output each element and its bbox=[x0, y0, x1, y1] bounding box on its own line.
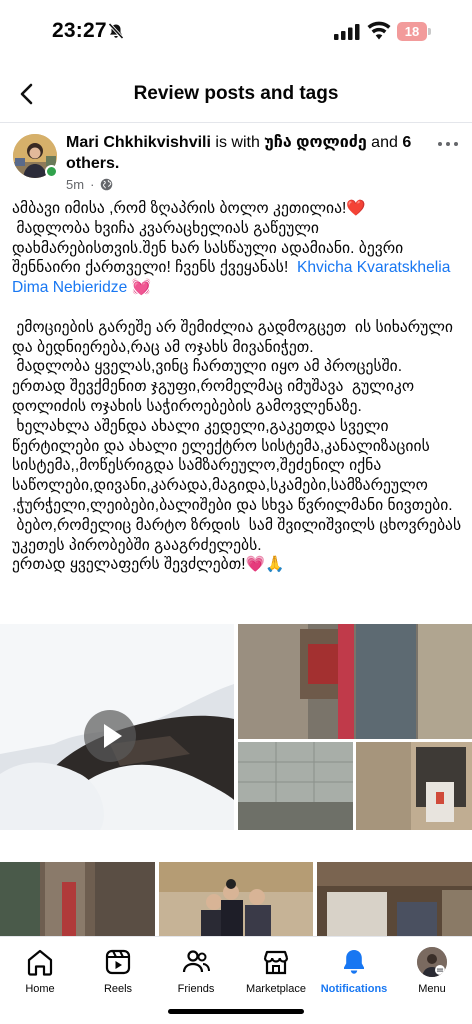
header-divider bbox=[0, 122, 472, 123]
post-photo[interactable] bbox=[159, 862, 313, 940]
post-author-line: Mari Chkhikvishvili is with უჩა დოლიძე a… bbox=[66, 132, 426, 174]
status-time: 23:27 bbox=[52, 19, 107, 42]
separator-dot: · bbox=[90, 177, 95, 192]
play-icon bbox=[104, 724, 122, 748]
post-photo[interactable] bbox=[0, 862, 155, 940]
nav-friends[interactable]: Friends bbox=[156, 947, 236, 995]
nav-label: Home bbox=[25, 983, 55, 995]
and-text: and bbox=[371, 134, 398, 151]
post-time[interactable]: 5m bbox=[66, 177, 84, 192]
post-text-body: ემოციების გარეშე არ შემიძლია გადმოგცეთ ი… bbox=[12, 318, 462, 574]
battery-level: 18 bbox=[404, 24, 420, 39]
post-photo[interactable] bbox=[238, 624, 472, 739]
home-indicator bbox=[168, 1009, 304, 1014]
post-photo[interactable] bbox=[317, 862, 472, 940]
nav-notifications[interactable]: Notifications bbox=[314, 947, 394, 995]
author-name[interactable]: Mari Chkhikvishvili bbox=[66, 134, 211, 151]
photo-image bbox=[356, 742, 472, 830]
home-icon bbox=[27, 949, 53, 976]
page-title: Review posts and tags bbox=[133, 83, 339, 104]
friends-icon bbox=[182, 950, 210, 973]
tag-link[interactable]: Dima Nebieridze bbox=[12, 279, 127, 296]
photo-image bbox=[0, 862, 155, 940]
tag-link[interactable]: Khvicha Kvaratskhelia bbox=[297, 259, 450, 276]
menu-avatar bbox=[417, 947, 447, 977]
more-icon[interactable] bbox=[436, 137, 460, 151]
nav-home[interactable]: Home bbox=[0, 947, 80, 995]
bell-icon bbox=[344, 950, 364, 974]
nav-menu[interactable]: Menu bbox=[392, 947, 472, 995]
signal-icon bbox=[334, 24, 360, 40]
with-text: is with bbox=[215, 134, 260, 151]
nav-label: Marketplace bbox=[246, 983, 306, 995]
app-header: Review posts and tags bbox=[0, 66, 472, 122]
nav-marketplace[interactable]: Marketplace bbox=[236, 947, 316, 995]
globe-icon bbox=[101, 178, 113, 191]
post-timestamp-row: 5m · bbox=[66, 177, 113, 192]
nav-reels[interactable]: Reels bbox=[78, 947, 158, 995]
post-photo[interactable] bbox=[238, 742, 353, 830]
online-status-dot bbox=[45, 165, 58, 178]
nav-label: Friends bbox=[177, 983, 215, 995]
post-media-grid bbox=[0, 624, 472, 940]
photo-image bbox=[317, 862, 472, 940]
marketplace-icon bbox=[263, 950, 289, 975]
video-thumbnail[interactable] bbox=[0, 624, 234, 830]
profile-image bbox=[417, 947, 447, 977]
bell-slash-icon bbox=[108, 22, 124, 40]
battery-icon: 18 bbox=[397, 22, 431, 41]
heart-emoji: 💓 bbox=[131, 279, 152, 297]
wifi-icon bbox=[367, 21, 391, 40]
nav-label: Notifications bbox=[320, 983, 388, 995]
play-button[interactable] bbox=[84, 710, 136, 762]
post-photo[interactable] bbox=[356, 742, 472, 830]
nav-label: Reels bbox=[103, 983, 133, 995]
photo-image bbox=[238, 624, 472, 739]
post-body: ამბავი იმისა ,რომ ზღაპრის ბოლო კეთილია!❤… bbox=[12, 199, 464, 575]
photo-image bbox=[238, 742, 353, 830]
tagged-person[interactable]: უჩა დოლიძე bbox=[264, 134, 366, 151]
photo-image bbox=[159, 862, 313, 940]
nav-label: Menu bbox=[418, 983, 446, 995]
reels-icon bbox=[105, 949, 131, 975]
status-bar: 23:27 18 bbox=[0, 0, 472, 62]
